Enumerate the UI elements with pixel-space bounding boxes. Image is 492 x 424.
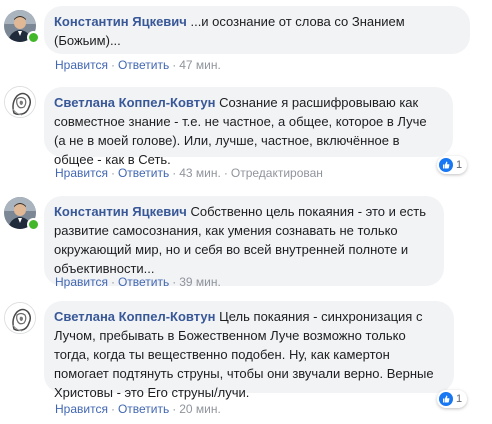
reply-link[interactable]: Ответить	[118, 166, 169, 180]
comment-bubble: Константин Яцкевич ...и осознание от сло…	[44, 6, 470, 54]
like-icon	[439, 158, 453, 172]
like-link[interactable]: Нравится	[55, 58, 108, 72]
comment-actions: Нравится · Ответить · 47 мин.	[55, 58, 221, 72]
reply-link[interactable]: Ответить	[118, 275, 169, 289]
comment-bubble: Константин Яцкевич Собственно цель покая…	[44, 196, 444, 286]
comment-actions: Нравится · Ответить · 43 мин. · Отредактирован	[55, 166, 323, 180]
comment-author[interactable]: Константин Яцкевич	[54, 14, 187, 29]
reply-link[interactable]: Ответить	[118, 58, 169, 72]
comment-time[interactable]: 47 мин.	[179, 58, 221, 72]
comment-actions: Нравится · Ответить · 39 мин.	[55, 275, 221, 289]
like-link[interactable]: Нравится	[55, 275, 108, 289]
comment-time[interactable]: 20 мин.	[179, 402, 221, 416]
edited-label[interactable]: Отредактирован	[231, 166, 323, 180]
comment-actions: Нравится · Ответить · 20 мин.	[55, 402, 221, 416]
online-status-icon	[27, 218, 40, 231]
like-icon	[439, 392, 453, 406]
reaction-count: 1	[456, 159, 463, 171]
reaction-count: 1	[456, 393, 463, 405]
online-status-icon	[27, 31, 40, 44]
comment-time[interactable]: 43 мин.	[179, 166, 221, 180]
comment-time[interactable]: 39 мин.	[179, 275, 221, 289]
comment-author[interactable]: Светлана Коппел-Ковтун	[54, 309, 216, 324]
like-link[interactable]: Нравится	[55, 402, 108, 416]
like-link[interactable]: Нравится	[55, 166, 108, 180]
comment-bubble: Светлана Коппел-Ковтун Цель покаяния - с…	[44, 301, 454, 400]
reaction-badge[interactable]: 1	[437, 156, 468, 174]
reaction-badge[interactable]: 1	[437, 390, 468, 408]
reply-link[interactable]: Ответить	[118, 402, 169, 416]
comment-author[interactable]: Константин Яцкевич	[54, 204, 187, 219]
comment-bubble: Светлана Коппел-Ковтун Сознание я расшиф…	[44, 87, 453, 167]
avatar[interactable]	[4, 86, 36, 118]
avatar[interactable]	[4, 302, 36, 334]
comment-author[interactable]: Светлана Коппел-Ковтун	[54, 95, 216, 110]
